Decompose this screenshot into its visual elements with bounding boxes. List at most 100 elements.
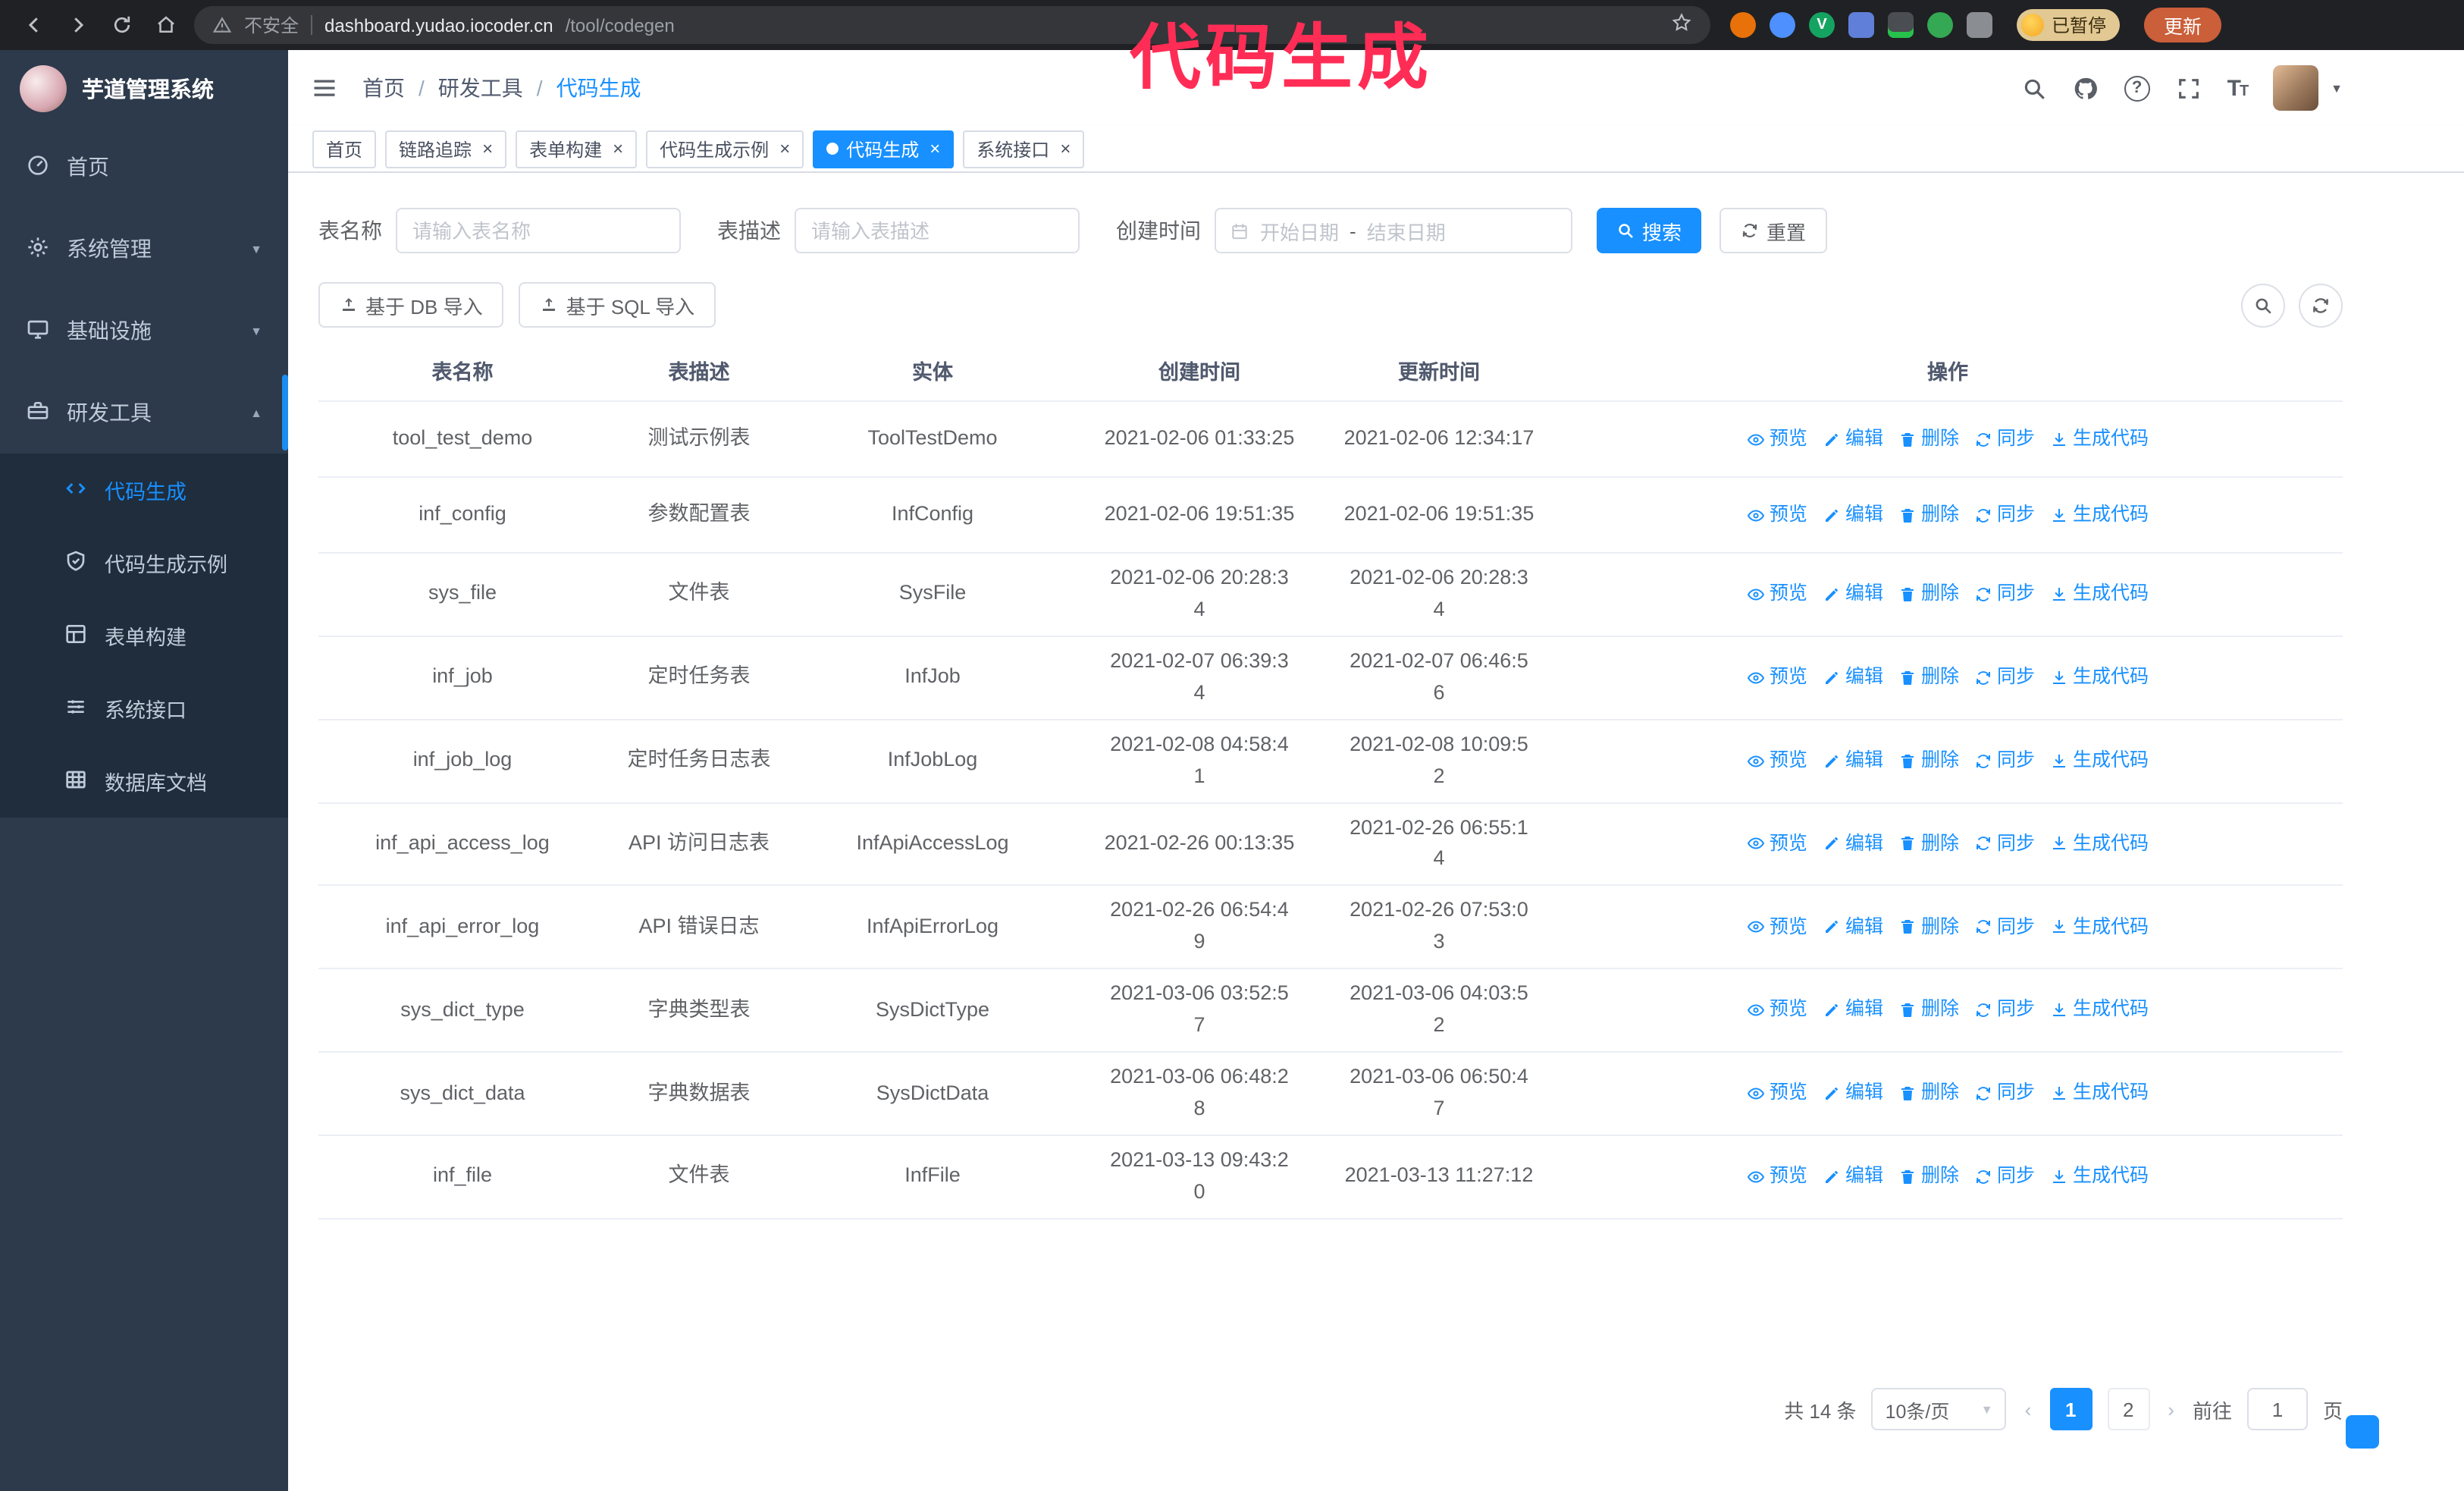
address-bar[interactable]: 不安全 dashboard.yudao.iocoder.cn/tool/code… [194, 6, 1710, 44]
edit-link[interactable]: 编辑 [1823, 425, 1883, 454]
tab-5[interactable]: 代码生成 × [813, 130, 955, 168]
generate-code-link[interactable]: 生成代码 [2050, 1079, 2149, 1109]
extension-icon-1[interactable] [1730, 12, 1756, 38]
preview-link[interactable]: 预览 [1747, 663, 1807, 692]
sidebar-subitem-api[interactable]: 系统接口 [0, 672, 288, 745]
edit-link[interactable]: 编辑 [1823, 1079, 1883, 1109]
extension-icon-3[interactable]: V [1809, 12, 1835, 38]
back-button[interactable] [18, 10, 49, 40]
generate-code-link[interactable]: 生成代码 [2050, 1162, 2149, 1191]
generate-code-link[interactable]: 生成代码 [2050, 579, 2149, 609]
forward-button[interactable] [62, 10, 92, 40]
goto-page-input[interactable] [2246, 1388, 2308, 1430]
extension-icon-5[interactable] [1888, 12, 1914, 38]
tab-3[interactable]: 表单构建 × [516, 130, 638, 168]
tab-1[interactable]: 首页 [312, 130, 377, 168]
tab-2[interactable]: 链路追踪 × [385, 130, 507, 168]
generate-code-link[interactable]: 生成代码 [2050, 912, 2149, 942]
sidebar-item-infrastructure[interactable]: 基础设施 ▼ [0, 290, 288, 372]
home-button[interactable] [150, 10, 180, 40]
sync-link[interactable]: 同步 [1974, 501, 2035, 530]
sync-link[interactable]: 同步 [1974, 425, 2035, 454]
tab-close-icon[interactable]: × [1060, 140, 1071, 158]
generate-code-link[interactable]: 生成代码 [2050, 501, 2149, 530]
generate-code-link[interactable]: 生成代码 [2050, 746, 2149, 776]
user-avatar[interactable] [2273, 65, 2319, 111]
edit-link[interactable]: 编辑 [1823, 830, 1883, 859]
prev-page-button[interactable]: ‹ [2022, 1398, 2035, 1420]
sidebar-scrollbar-thumb[interactable] [282, 375, 288, 450]
avatar-caret-icon[interactable]: ▼ [2331, 81, 2343, 95]
import-db-button[interactable]: 基于 DB 导入 [318, 282, 504, 328]
backtop-button[interactable] [2346, 1415, 2379, 1449]
reset-button[interactable]: 重置 [1719, 208, 1828, 253]
date-range-picker[interactable]: 开始日期 - 结束日期 [1215, 208, 1572, 253]
paused-badge[interactable]: 已暂停 [2017, 9, 2121, 41]
sidebar-item-devtools[interactable]: 研发工具 ▲ [0, 372, 288, 454]
tab-4[interactable]: 代码生成示例 × [646, 130, 804, 168]
security-label[interactable]: 不安全 [244, 12, 299, 38]
delete-link[interactable]: 删除 [1898, 1162, 1959, 1191]
delete-link[interactable]: 删除 [1898, 425, 1959, 454]
toggle-search-button[interactable] [2241, 283, 2285, 327]
preview-link[interactable]: 预览 [1747, 579, 1807, 609]
sidebar-item-system[interactable]: 系统管理 ▼ [0, 208, 288, 290]
extension-icon-4[interactable] [1848, 12, 1874, 38]
breadcrumb-devtools[interactable]: 研发工具 [438, 73, 523, 103]
delete-link[interactable]: 删除 [1898, 579, 1959, 609]
sync-link[interactable]: 同步 [1974, 996, 2035, 1025]
app-logo[interactable]: 芋道管理系统 [0, 50, 288, 126]
delete-link[interactable]: 删除 [1898, 830, 1959, 859]
hamburger-button[interactable] [311, 74, 340, 102]
edit-link[interactable]: 编辑 [1823, 663, 1883, 692]
preview-link[interactable]: 预览 [1747, 746, 1807, 776]
extension-icon-6[interactable] [1927, 12, 1953, 38]
puzzle-extension-icon[interactable] [1967, 12, 1992, 38]
sidebar-item-home[interactable]: 首页 [0, 126, 288, 208]
edit-link[interactable]: 编辑 [1823, 1162, 1883, 1191]
generate-code-link[interactable]: 生成代码 [2050, 425, 2149, 454]
table-name-input[interactable] [396, 208, 681, 253]
delete-link[interactable]: 删除 [1898, 1079, 1959, 1109]
tab-6[interactable]: 系统接口 × [963, 130, 1085, 168]
edit-link[interactable]: 编辑 [1823, 912, 1883, 942]
breadcrumb-home[interactable]: 首页 [362, 73, 405, 103]
reload-button[interactable] [106, 10, 136, 40]
sync-link[interactable]: 同步 [1974, 912, 2035, 942]
edit-link[interactable]: 编辑 [1823, 996, 1883, 1025]
sync-link[interactable]: 同步 [1974, 579, 2035, 609]
github-icon-button[interactable] [2073, 75, 2099, 101]
page-button-2[interactable]: 2 [2107, 1388, 2150, 1430]
delete-link[interactable]: 删除 [1898, 996, 1959, 1025]
preview-link[interactable]: 预览 [1747, 425, 1807, 454]
sync-link[interactable]: 同步 [1974, 1162, 2035, 1191]
preview-link[interactable]: 预览 [1747, 996, 1807, 1025]
edit-link[interactable]: 编辑 [1823, 579, 1883, 609]
generate-code-link[interactable]: 生成代码 [2050, 830, 2149, 859]
sidebar-subitem-codegen[interactable]: 代码生成 [0, 454, 288, 526]
sync-link[interactable]: 同步 [1974, 1079, 2035, 1109]
page-button-1[interactable]: 1 [2049, 1388, 2093, 1430]
generate-code-link[interactable]: 生成代码 [2050, 996, 2149, 1025]
tab-close-icon[interactable]: × [779, 140, 790, 158]
sync-link[interactable]: 同步 [1974, 830, 2035, 859]
font-size-icon-button[interactable]: TT [2227, 75, 2249, 101]
fullscreen-icon-button[interactable] [2176, 75, 2202, 101]
sidebar-subitem-form-builder[interactable]: 表单构建 [0, 599, 288, 672]
edit-link[interactable]: 编辑 [1823, 746, 1883, 776]
refresh-table-button[interactable] [2299, 283, 2343, 327]
sidebar-subitem-db-doc[interactable]: 数据库文档 [0, 745, 288, 818]
edit-link[interactable]: 编辑 [1823, 501, 1883, 530]
sync-link[interactable]: 同步 [1974, 663, 2035, 692]
preview-link[interactable]: 预览 [1747, 501, 1807, 530]
search-icon-button[interactable] [2021, 75, 2047, 101]
preview-link[interactable]: 预览 [1747, 1079, 1807, 1109]
help-icon-button[interactable]: ? [2124, 75, 2150, 101]
sync-link[interactable]: 同步 [1974, 746, 2035, 776]
next-page-button[interactable]: › [2165, 1398, 2177, 1420]
tab-close-icon[interactable]: × [482, 140, 493, 158]
delete-link[interactable]: 删除 [1898, 501, 1959, 530]
tab-close-icon[interactable]: × [613, 140, 623, 158]
preview-link[interactable]: 预览 [1747, 1162, 1807, 1191]
generate-code-link[interactable]: 生成代码 [2050, 663, 2149, 692]
